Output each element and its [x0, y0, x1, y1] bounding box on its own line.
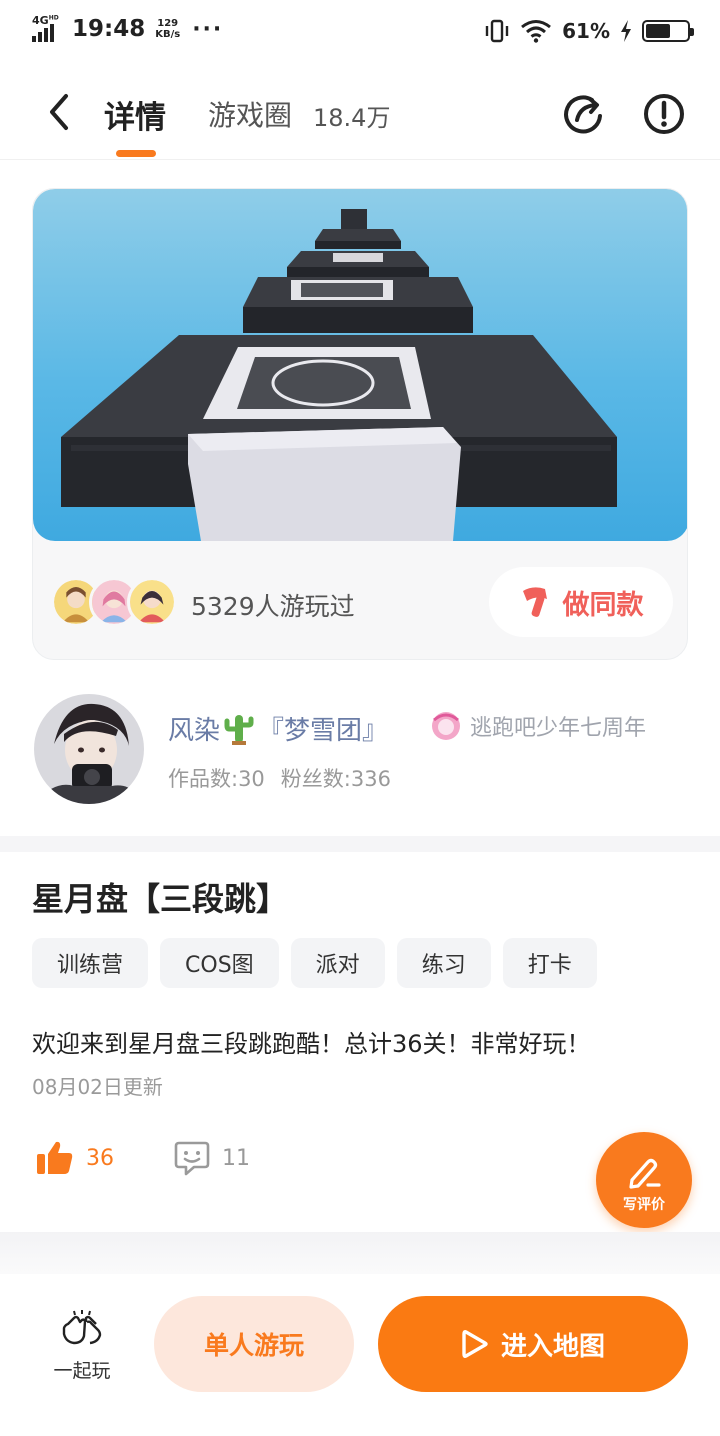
battery-icon	[642, 20, 694, 42]
anniversary-badge-icon	[432, 712, 460, 740]
game-title: 星月盘【三段跳】	[32, 880, 289, 918]
author-avatar[interactable]	[34, 694, 144, 804]
active-tab-indicator	[116, 150, 156, 157]
signal-icon: 4GHD	[30, 14, 64, 44]
clapping-hands-icon	[62, 1310, 102, 1345]
tab-game-circle[interactable]: 游戏圈	[208, 94, 292, 134]
like-button[interactable]: 36	[36, 1140, 114, 1176]
play-icon	[462, 1330, 488, 1358]
charging-icon	[621, 20, 631, 42]
game-preview-card: 5329人游玩过 做同款	[32, 188, 688, 660]
more-notifications-icon: ···	[192, 16, 224, 42]
play-together-button[interactable]: 一起玩	[40, 1310, 124, 1383]
hd-label: HD	[48, 14, 59, 22]
vibrate-icon	[485, 19, 509, 43]
fans-count: 粉丝数:336	[280, 767, 391, 791]
author-stats: 作品数:30 粉丝数:336	[168, 763, 391, 793]
solo-play-button[interactable]: 单人游玩	[154, 1296, 354, 1392]
played-count: 5329人游玩过	[191, 592, 355, 621]
make-same-button[interactable]: 做同款	[489, 567, 673, 637]
comment-button[interactable]: 11	[174, 1140, 250, 1176]
section-divider	[0, 1232, 720, 1274]
works-count: 作品数:30	[168, 767, 265, 791]
report-icon[interactable]	[642, 92, 686, 136]
player-avatar	[127, 577, 177, 627]
comment-icon	[174, 1141, 210, 1176]
pencil-icon	[629, 1158, 661, 1189]
tag[interactable]: 派对	[290, 938, 385, 988]
bottom-action-bar: 一起玩 单人游玩 进入地图	[0, 1274, 720, 1436]
tag-list: 训练营 COS图 派对 练习 打卡	[32, 938, 597, 988]
wifi-icon	[521, 20, 552, 43]
status-bar: 4GHD 19:48 129 KB/s ··· 61%	[0, 0, 720, 64]
anniversary-badge[interactable]: 逃跑吧少年七周年	[430, 710, 646, 742]
back-arrow-icon[interactable]	[40, 90, 80, 134]
enter-map-button[interactable]: 进入地图	[378, 1296, 688, 1392]
tag[interactable]: 训练营	[32, 938, 149, 988]
tab-detail[interactable]: 详情	[104, 92, 166, 137]
game-preview-image[interactable]	[33, 189, 688, 541]
share-icon[interactable]	[562, 92, 606, 136]
player-avatars[interactable]	[51, 577, 179, 627]
write-review-button[interactable]: 写评价	[596, 1132, 692, 1228]
hammer-icon	[522, 587, 547, 617]
author-name[interactable]: 风染 『梦雪团』	[168, 710, 388, 747]
tag[interactable]: COS图	[160, 938, 279, 988]
thumbs-up-icon	[37, 1141, 73, 1174]
update-date: 08月02日更新	[32, 1075, 163, 1099]
tag[interactable]: 练习	[396, 938, 491, 988]
section-divider	[0, 836, 720, 852]
battery-percent: 61%	[562, 19, 610, 43]
network-speed: 129 KB/s	[155, 18, 181, 40]
cactus-icon	[224, 714, 254, 745]
game-circle-count[interactable]: 18.4万	[313, 98, 390, 133]
tag[interactable]: 打卡	[502, 938, 597, 988]
game-description: 欢迎来到星月盘三段跳跑酷！总计36关！非常好玩！	[32, 1030, 591, 1058]
status-time: 19:48	[72, 16, 146, 42]
top-nav: 详情 游戏圈 18.4万	[0, 64, 720, 160]
